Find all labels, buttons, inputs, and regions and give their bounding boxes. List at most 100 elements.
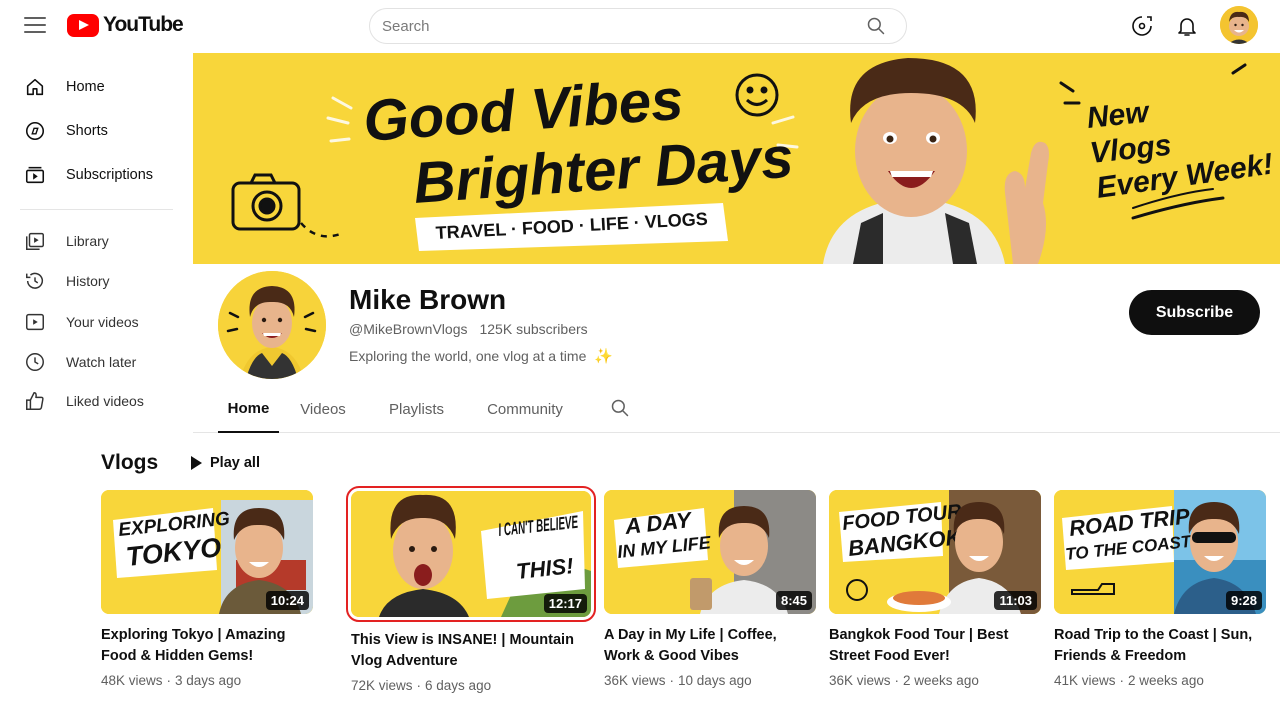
sidebar-divider <box>20 209 173 210</box>
video-age: 6 days ago <box>425 678 492 693</box>
menu-icon[interactable] <box>24 14 46 36</box>
home-icon <box>26 78 44 96</box>
channel-handle: @MikeBrownVlogs <box>349 321 468 337</box>
video-age: 3 days ago <box>175 673 242 688</box>
meta-dot: · <box>894 673 900 688</box>
video-meta: 36K views · 10 days ago <box>604 673 816 688</box>
video-thumbnail[interactable]: A DAY IN MY LIFE 8:45 <box>604 490 816 614</box>
tab-playlists[interactable]: Playlists <box>385 386 448 432</box>
watch-later-icon <box>26 353 44 371</box>
sidebar-item-label: Subscriptions <box>66 167 154 183</box>
play-all-button[interactable]: Play all <box>191 452 260 474</box>
sidebar-item-library[interactable]: Library <box>0 221 193 261</box>
search-box <box>369 8 907 44</box>
top-bar: YouTube <box>0 0 1280 52</box>
sidebar-item-label: Library <box>66 233 109 249</box>
video-thumbnail[interactable]: EXPLORING TOKYO 10:24 <box>101 490 313 614</box>
account-avatar[interactable] <box>1220 6 1258 44</box>
video-meta: 48K views · 3 days ago <box>101 673 313 688</box>
sidebar-item-shorts[interactable]: Shorts <box>0 111 193 151</box>
meta-dot: · <box>166 673 172 688</box>
video-views: 36K views <box>604 673 666 688</box>
create-icon[interactable] <box>1130 14 1154 38</box>
video-card[interactable]: FOOD TOUR BANGKOK 11:03 Bangkok Food Tou… <box>829 490 1041 688</box>
video-duration: 10:24 <box>265 591 309 610</box>
subscribe-button[interactable]: Subscribe <box>1129 290 1260 335</box>
video-views: 36K views <box>829 673 891 688</box>
sidebar-item-your-videos[interactable]: Your videos <box>0 302 193 342</box>
channel-search-icon[interactable] <box>610 398 630 418</box>
liked-videos-icon <box>26 392 44 410</box>
sparkle-icon: ✨ <box>594 348 614 365</box>
sidebar-item-label: Watch later <box>66 354 137 370</box>
video-duration: 12:17 <box>543 594 587 613</box>
video-meta: 72K views · 6 days ago <box>351 678 591 693</box>
channel-meta: @MikeBrownVlogs 125K subscribers <box>349 321 588 337</box>
your-videos-icon <box>26 313 44 331</box>
sidebar-item-label: Home <box>66 79 105 95</box>
youtube-logo[interactable]: YouTube <box>67 13 184 37</box>
video-age: 2 weeks ago <box>903 673 979 688</box>
notifications-bell-icon[interactable] <box>1175 14 1199 38</box>
video-age: 2 weeks ago <box>1128 673 1204 688</box>
subscriber-count: 125K subscribers <box>479 321 588 337</box>
sidebar-item-label: Your videos <box>66 314 139 330</box>
tab-videos[interactable]: Videos <box>297 386 349 432</box>
play-all-label: Play all <box>210 455 260 471</box>
video-card[interactable]: A DAY IN MY LIFE 8:45 A Day in My Life |… <box>604 490 816 688</box>
video-card-selected[interactable]: I CAN'T BELIEVE THIS! 12:17 This View is… <box>346 486 596 693</box>
meta-dot: · <box>1119 673 1125 688</box>
video-duration: 8:45 <box>775 591 812 610</box>
search-icon[interactable] <box>866 16 886 36</box>
video-meta: 41K views · 2 weeks ago <box>1054 673 1266 688</box>
channel-description-text: Exploring the world, one vlog at a time <box>349 348 587 364</box>
channel-name: Mike Brown <box>349 284 507 315</box>
library-icon <box>26 232 44 250</box>
video-title[interactable]: A Day in My Life | Coffee, Work & Good V… <box>604 625 816 667</box>
avatar-face-icon <box>1220 6 1258 44</box>
tab-community[interactable]: Community <box>484 386 566 432</box>
banner-artwork: Good Vibes Brighter Days TRAVEL · FOOD ·… <box>193 53 1280 264</box>
video-thumbnail[interactable]: ROAD TRIP TO THE COAST 9:28 <box>1054 490 1266 614</box>
section-title: Vlogs <box>101 451 159 474</box>
channel-description[interactable]: Exploring the world, one vlog at a time … <box>349 347 613 365</box>
video-title[interactable]: This View is INSANE! | Mountain Vlog Adv… <box>351 630 591 672</box>
sidebar-item-label: History <box>66 273 110 289</box>
meta-dot: · <box>669 673 675 688</box>
video-thumbnail[interactable]: FOOD TOUR BANGKOK 11:03 <box>829 490 1041 614</box>
video-title[interactable]: Exploring Tokyo | Amazing Food & Hidden … <box>101 625 313 667</box>
video-duration: 11:03 <box>994 591 1037 610</box>
video-title[interactable]: Bangkok Food Tour | Best Street Food Eve… <box>829 625 1041 667</box>
video-thumbnail[interactable]: I CAN'T BELIEVE THIS! 12:17 <box>346 486 596 622</box>
channel-tabs: Home Videos Playlists Community <box>193 386 1280 433</box>
channel-avatar[interactable] <box>218 271 326 379</box>
shorts-icon <box>25 121 45 141</box>
sidebar-item-home[interactable]: Home <box>0 67 193 107</box>
banner-side-1: New <box>1085 96 1151 135</box>
subscriptions-icon <box>25 166 45 184</box>
logo-text: YouTube <box>103 13 184 36</box>
video-card[interactable]: ROAD TRIP TO THE COAST 9:28 Road Trip to… <box>1054 490 1266 688</box>
search-input[interactable] <box>382 17 894 35</box>
tab-home[interactable]: Home <box>218 386 279 433</box>
sidebar-item-history[interactable]: History <box>0 261 193 301</box>
channel-avatar-face-icon <box>218 271 326 379</box>
video-duration: 9:28 <box>1225 591 1262 610</box>
video-card[interactable]: EXPLORING TOKYO 10:24 Exploring Tokyo | … <box>101 490 313 688</box>
video-views: 41K views <box>1054 673 1116 688</box>
video-title[interactable]: Road Trip to the Coast | Sun, Friends & … <box>1054 625 1266 667</box>
sidebar-item-label: Shorts <box>66 123 108 139</box>
play-icon <box>191 456 202 470</box>
video-age: 10 days ago <box>678 673 752 688</box>
youtube-play-icon <box>67 13 99 37</box>
history-icon <box>26 272 43 289</box>
video-meta: 36K views · 2 weeks ago <box>829 673 1041 688</box>
channel-banner: Good Vibes Brighter Days TRAVEL · FOOD ·… <box>193 53 1280 264</box>
sidebar-item-watch-later[interactable]: Watch later <box>0 342 193 382</box>
video-views: 48K views <box>101 673 163 688</box>
meta-dot: · <box>416 678 422 693</box>
video-views: 72K views <box>351 678 413 693</box>
sidebar-item-label: Liked videos <box>66 393 144 409</box>
sidebar-item-liked-videos[interactable]: Liked videos <box>0 381 193 421</box>
sidebar-item-subscriptions[interactable]: Subscriptions <box>0 155 193 195</box>
